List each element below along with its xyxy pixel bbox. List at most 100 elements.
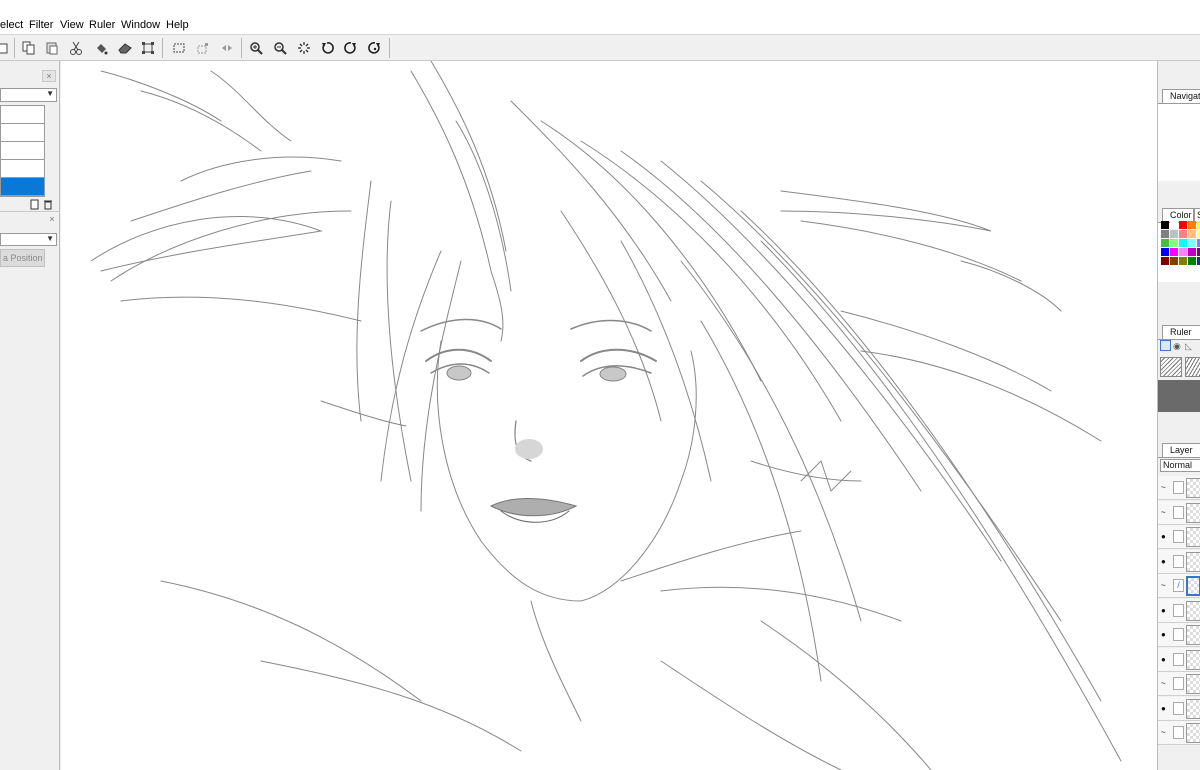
- brush-icon[interactable]: /: [1173, 579, 1184, 592]
- menu-help[interactable]: Help: [166, 19, 189, 31]
- list-item-selected[interactable]: [1, 178, 44, 196]
- hidden-icon[interactable]: ~: [1161, 508, 1170, 517]
- hidden-icon[interactable]: ~: [1161, 483, 1170, 492]
- tab-ruler[interactable]: Ruler: [1162, 325, 1200, 339]
- eye-icon[interactable]: ●: [1161, 704, 1170, 713]
- reset-rotation-icon[interactable]: [366, 39, 384, 57]
- perspective-ruler-icon[interactable]: [1160, 357, 1182, 377]
- menu-ruler[interactable]: Ruler: [89, 19, 115, 31]
- color-swatch[interactable]: [1161, 257, 1169, 265]
- menu-filter[interactable]: Filter: [29, 19, 53, 31]
- color-swatch[interactable]: [1188, 248, 1196, 256]
- color-swatch[interactable]: [1161, 230, 1169, 238]
- color-swatch[interactable]: [1188, 239, 1196, 247]
- option-dropdown[interactable]: ▼: [0, 233, 57, 246]
- eye-icon[interactable]: ●: [1161, 655, 1170, 664]
- color-swatch[interactable]: [1170, 248, 1178, 256]
- hidden-icon[interactable]: ~: [1161, 679, 1170, 688]
- layer-panel: Normal ~ ~ ● ● ~ / ● ● ● ~ ● ~: [1158, 457, 1200, 770]
- eye-icon[interactable]: ●: [1161, 606, 1170, 615]
- color-swatch[interactable]: [1170, 239, 1178, 247]
- layer-row[interactable]: ●: [1158, 647, 1200, 672]
- zoom-out-icon[interactable]: [271, 39, 289, 57]
- zoom-in-icon[interactable]: [247, 39, 265, 57]
- menu-select[interactable]: elect: [0, 19, 23, 31]
- layer-row[interactable]: ●: [1158, 598, 1200, 623]
- layer-row[interactable]: ~ /: [1158, 574, 1200, 598]
- layer-row[interactable]: ●: [1158, 696, 1200, 721]
- tab-swatches[interactable]: S: [1194, 208, 1200, 222]
- color-swatch[interactable]: [1161, 221, 1169, 229]
- list-item[interactable]: [1, 142, 44, 160]
- color-swatch[interactable]: [1161, 239, 1169, 247]
- layer-lock-box[interactable]: [1173, 530, 1184, 543]
- color-swatch[interactable]: [1188, 221, 1196, 229]
- paste-icon[interactable]: [43, 39, 61, 57]
- fill-icon[interactable]: [92, 39, 110, 57]
- flip-icon[interactable]: [218, 39, 236, 57]
- color-swatch[interactable]: [1179, 257, 1187, 265]
- layer-lock-box[interactable]: [1173, 677, 1184, 690]
- layer-row[interactable]: ~: [1158, 476, 1200, 500]
- layer-lock-box[interactable]: [1173, 628, 1184, 641]
- transform-icon[interactable]: [139, 39, 157, 57]
- brush-preset-dropdown[interactable]: ▼: [0, 88, 57, 102]
- menu-view[interactable]: View: [60, 19, 84, 31]
- layer-lock-box[interactable]: [1173, 603, 1184, 617]
- color-swatch[interactable]: [1170, 257, 1178, 265]
- select-rectangle-icon[interactable]: [170, 39, 188, 57]
- color-swatch[interactable]: [1170, 230, 1178, 238]
- eye-icon[interactable]: ●: [1161, 557, 1170, 566]
- copy-icon[interactable]: [20, 39, 38, 57]
- tab-color[interactable]: Color: [1162, 208, 1194, 222]
- list-item[interactable]: [1, 124, 44, 142]
- layer-row[interactable]: ~: [1158, 721, 1200, 745]
- list-item[interactable]: [1, 106, 44, 124]
- color-swatch[interactable]: [1179, 230, 1187, 238]
- tab-navigator[interactable]: Navigato: [1162, 89, 1200, 103]
- drawing-canvas[interactable]: [61, 61, 1157, 770]
- color-swatch[interactable]: [1188, 257, 1196, 265]
- layer-row[interactable]: ●: [1158, 525, 1200, 549]
- color-swatch[interactable]: [1179, 221, 1187, 229]
- layer-row[interactable]: ~: [1158, 672, 1200, 696]
- color-swatch[interactable]: [1179, 248, 1187, 256]
- layer-row[interactable]: ●: [1158, 549, 1200, 574]
- eraser-icon[interactable]: [116, 39, 134, 57]
- list-item[interactable]: [1, 160, 44, 178]
- eye-icon[interactable]: ●: [1161, 630, 1170, 639]
- deselect-icon[interactable]: [194, 39, 212, 57]
- eye-icon[interactable]: ◉: [1173, 341, 1181, 352]
- layer-row[interactable]: ●: [1158, 623, 1200, 647]
- rotate-right-icon[interactable]: [342, 39, 360, 57]
- ruler-toggle-icon[interactable]: [1160, 340, 1171, 351]
- reset-view-icon[interactable]: [295, 39, 313, 57]
- hidden-icon[interactable]: ~: [1161, 728, 1170, 737]
- ruler-edit-icon[interactable]: ◺: [1185, 341, 1192, 352]
- rotate-left-icon[interactable]: [318, 39, 336, 57]
- divider: [0, 211, 60, 212]
- tab-layer[interactable]: Layer: [1162, 443, 1200, 457]
- color-swatch[interactable]: [1188, 230, 1196, 238]
- new-document-icon[interactable]: [0, 39, 12, 57]
- layer-lock-box[interactable]: [1173, 481, 1184, 494]
- eye-icon[interactable]: ●: [1161, 532, 1170, 541]
- close-icon[interactable]: ×: [46, 214, 58, 226]
- menu-window[interactable]: Window: [121, 19, 160, 31]
- layer-lock-box[interactable]: [1173, 554, 1184, 568]
- color-swatch[interactable]: [1161, 248, 1169, 256]
- layer-lock-box[interactable]: [1173, 701, 1184, 715]
- color-swatch[interactable]: [1179, 239, 1187, 247]
- blend-mode-dropdown[interactable]: Normal: [1160, 459, 1200, 472]
- hidden-icon[interactable]: ~: [1161, 581, 1170, 590]
- layer-lock-box[interactable]: [1173, 652, 1184, 666]
- layer-lock-box[interactable]: [1173, 505, 1184, 519]
- layer-row[interactable]: ~: [1158, 500, 1200, 525]
- close-icon[interactable]: ×: [42, 70, 56, 82]
- position-button[interactable]: a Position: [0, 249, 45, 267]
- color-swatch[interactable]: [1170, 221, 1178, 229]
- toolbar-separator: [162, 38, 163, 58]
- parallel-ruler-icon[interactable]: [1185, 357, 1200, 377]
- layer-lock-box[interactable]: [1173, 726, 1184, 739]
- cut-icon[interactable]: [67, 39, 85, 57]
